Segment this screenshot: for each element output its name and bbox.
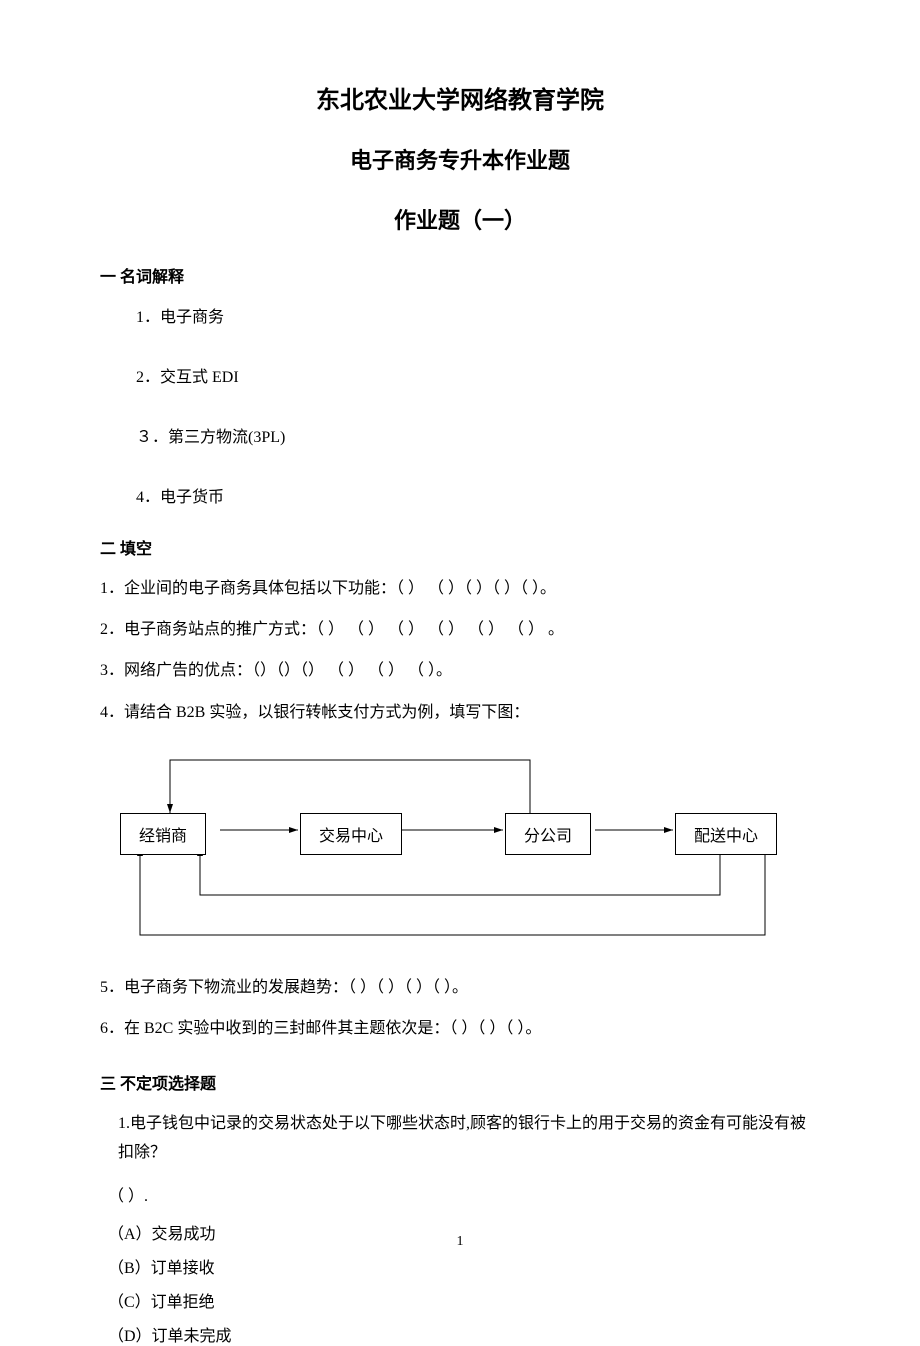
- diagram-box-dealer: 经销商: [120, 813, 206, 855]
- section2-head: 二 填空: [100, 535, 820, 559]
- diagram-box-delivery: 配送中心: [675, 813, 777, 855]
- diagram-box-exchange: 交易中心: [300, 813, 402, 855]
- title-institution: 东北农业大学网络教育学院: [100, 80, 820, 115]
- section3-head: 三 不定项选择题: [100, 1070, 820, 1094]
- term-item-4: 4．电子货币: [136, 483, 820, 507]
- fill-item-5: 5．电子商务下物流业的发展趋势：（ ）（ ）（ ）（ ）。: [100, 974, 820, 1001]
- diagram-box-branch: 分公司: [505, 813, 591, 855]
- fill-item-4: 4．请结合 B2B 实验，以银行转帐支付方式为例，填写下图：: [100, 699, 820, 726]
- title-sheet: 作业题（一）: [100, 203, 820, 235]
- flow-diagram: 经销商 交易中心 分公司 配送中心: [120, 740, 840, 960]
- mc-question-1: 1.电子钱包中记录的交易状态处于以下哪些状态时,顾客的银行卡上的用于交易的资金有…: [118, 1110, 820, 1168]
- term-item-2: 2．交互式 EDI: [136, 363, 820, 387]
- mc-option-b: （B）订单接收: [108, 1254, 820, 1278]
- term-item-3: ３．第三方物流(3PL): [136, 423, 820, 447]
- mc-option-c: （C）订单拒绝: [108, 1288, 820, 1312]
- page-number: 1: [0, 1234, 920, 1250]
- fill-item-6: 6．在 B2C 实验中收到的三封邮件其主题依次是：（ ）（ ）（ ）。: [100, 1015, 820, 1042]
- fill-item-2: 2．电子商务站点的推广方式：（ ） （ ） （ ） （ ） （ ） （ ） 。: [100, 616, 820, 643]
- page-content: 东北农业大学网络教育学院 电子商务专升本作业题 作业题（一） 一 名词解释 1．…: [0, 0, 920, 1346]
- title-course: 电子商务专升本作业题: [100, 143, 820, 175]
- fill-item-1: 1．企业间的电子商务具体包括以下功能：（ ） （ ）（ ）（ ）（ ）。: [100, 575, 820, 602]
- section1-head: 一 名词解释: [100, 263, 820, 287]
- mc-option-d: （D）订单未完成: [108, 1322, 820, 1346]
- term-item-1: 1．电子商务: [136, 303, 820, 327]
- fill-item-3: 3．网络广告的优点：（）（）（） （ ） （ ） （ ）。: [100, 657, 820, 684]
- mc-answer-blank: （ ）.: [108, 1182, 820, 1206]
